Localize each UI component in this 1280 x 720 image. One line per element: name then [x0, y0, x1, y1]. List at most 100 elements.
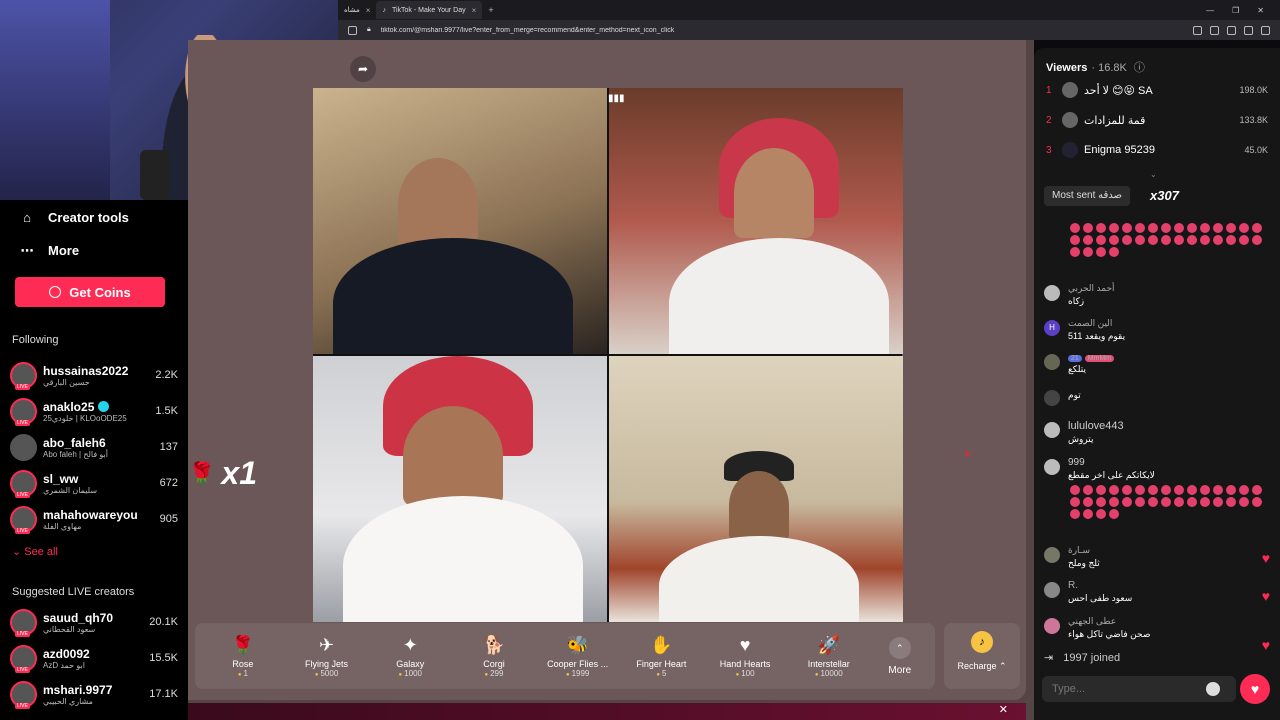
chat-message: H الين الصمت يقوم ويقعد 511 [1044, 318, 1270, 342]
heart-emoji-icon [1213, 235, 1223, 245]
heart-emoji-icon [1213, 485, 1223, 495]
share-button[interactable]: ➦ [350, 56, 376, 82]
heart-emoji-icon [1083, 509, 1093, 519]
avatar: LIVE [10, 608, 37, 637]
following-item[interactable]: LIVE sl_ww سليمان الشمري 672 [0, 465, 188, 501]
reader-icon[interactable] [1193, 25, 1202, 35]
recharge-button[interactable]: ♪ Recharge ⌃ [944, 623, 1020, 689]
following-item[interactable]: LIVE anaklo25 خلودي25 | KLOoODE25 1.5K [0, 393, 188, 429]
heart-emoji-icon [1109, 497, 1119, 507]
suggested-item[interactable]: LIVE sauud_qh70 سعود القحطاني 20.1K [0, 604, 188, 640]
video-tile-4[interactable] [609, 356, 903, 622]
heart-emoji-icon [1122, 497, 1132, 507]
nav-more[interactable]: ⋯ More [0, 234, 99, 267]
tiktok-icon: ♪ [382, 6, 386, 14]
minimize-icon[interactable]: — [1206, 6, 1214, 15]
heart-emoji-icon [1187, 223, 1197, 233]
cooper-icon: 🐝 [566, 634, 589, 655]
suggested-item[interactable]: LIVE mshari.9977 مشاري الحبيبي 17.1K [0, 676, 188, 712]
chat-message: توم [1044, 388, 1270, 406]
joined-notice: ⇥ 1997 joined [1044, 651, 1121, 665]
gift-button[interactable]: ♥ [1240, 674, 1270, 704]
gift-hand-hearts[interactable]: ♥Hand Hearts100 [703, 635, 787, 678]
heart-emoji-icon [1239, 223, 1249, 233]
stream-panel: ➦ ▮▮▮ 🌹 x1 🌹 Rose ● 1 ✈ Flying Jets ● 50… [188, 40, 1026, 700]
nav-creator-tools[interactable]: ⌂ Creator tools [0, 201, 149, 234]
gift-corgi[interactable]: 🐕Corgi299 [452, 635, 536, 678]
heart-emoji-icon [1109, 509, 1119, 519]
close-icon[interactable]: ✕ [999, 703, 1008, 716]
url-field[interactable]: tiktok.com/@mshari.9977/live?enter_from_… [381, 27, 1183, 34]
video-tile-1[interactable] [313, 88, 607, 354]
chevron-down-icon[interactable]: ⌄ [1150, 170, 1157, 179]
avatar: LIVE [10, 397, 37, 426]
enter-icon: ⇥ [1044, 652, 1054, 664]
heart-icon[interactable]: ♥ [1262, 588, 1270, 604]
heart-emoji-icon [1122, 223, 1132, 233]
guest-shirt [333, 238, 573, 354]
video-tile-2[interactable] [609, 88, 903, 354]
ranking-row[interactable]: 3 Enigma 95239 45.0K [1046, 140, 1268, 160]
ranking-row[interactable]: 2 قمة للمزادات 133.8K [1046, 110, 1268, 130]
browser-tab-1[interactable]: ♪ TikTok - Make Your Day × [376, 1, 483, 19]
heart-emoji-icon [1200, 223, 1210, 233]
extension-icon[interactable] [1244, 25, 1253, 35]
gift-finger-heart[interactable]: ✋Finger Heart5 [620, 635, 704, 678]
viewers-header[interactable]: Viewers · 16.8K ⓘ [1046, 59, 1145, 75]
maximize-icon[interactable]: ❐ [1232, 6, 1239, 15]
video-tile-3[interactable] [313, 356, 607, 622]
emoji-icon[interactable] [1206, 682, 1220, 696]
gift-flying-jets[interactable]: ✈Flying Jets5000 [285, 635, 369, 678]
close-tab-icon[interactable]: × [472, 6, 477, 15]
new-tab-button[interactable]: + [482, 5, 499, 15]
lock-icon[interactable]: 🔒︎ [367, 26, 371, 34]
following-item[interactable]: LIVE mahahowareyou مهاوي الفلة 905 [0, 501, 188, 537]
left-sidebar: ⌂ Creator tools ⋯ More Get Coins Followi… [0, 200, 188, 720]
heart-emoji-icon [1200, 485, 1210, 495]
menu-icon[interactable] [1261, 25, 1270, 35]
gift-cooper-flies[interactable]: 🐝Cooper Flies ...1999 [536, 635, 620, 678]
gift-interstellar[interactable]: 🚀Interstellar10000 [787, 635, 871, 678]
more-gifts-button[interactable]: ⌃ More [871, 636, 929, 676]
fan-badge: MmMm [1084, 355, 1115, 362]
avatar: LIVE [10, 361, 37, 390]
heart-emoji-icon [1070, 485, 1080, 495]
gift-galaxy[interactable]: ✦Galaxy1000 [368, 635, 452, 678]
avatar [1044, 582, 1060, 598]
heart-emoji-icon [1083, 497, 1093, 507]
heart-icon[interactable]: ♥ [1262, 637, 1270, 653]
chat-message: lululove443 يتروش [1044, 420, 1270, 445]
heart-icon[interactable]: ♥ [1262, 550, 1270, 566]
following-item[interactable]: abo_faleh6 Abo faleh | أبو فالح 137 [0, 429, 188, 465]
microphone [140, 150, 170, 200]
avatar [1044, 354, 1060, 370]
following-item[interactable]: LIVE hussainas2022 حسين البارقي 2.2K [0, 357, 188, 393]
mouse-cursor [965, 450, 971, 458]
see-all-link[interactable]: ⌄ See all [12, 545, 58, 558]
chat-message: 999 لايكاتكم على اخر مقطع [1044, 457, 1270, 481]
get-coins-button[interactable]: Get Coins [15, 277, 165, 307]
heart-emoji-icon [1213, 223, 1223, 233]
heart-emoji-icon [1239, 235, 1249, 245]
share-icon[interactable] [1227, 25, 1236, 35]
close-tab-icon[interactable]: × [366, 6, 371, 15]
heart-emoji-icon [1187, 485, 1197, 495]
ranking-row[interactable]: 1 لا أحد 😊😝 SA 198.0K [1046, 80, 1268, 100]
avatar [1044, 618, 1060, 634]
heart-emoji-icon [1083, 223, 1093, 233]
heart-emoji-icon [1096, 509, 1106, 519]
gift-rose[interactable]: 🌹Rose1 [201, 635, 285, 678]
heart-emoji-icon [1252, 497, 1262, 507]
audio-bars-icon[interactable]: ▮▮▮ [608, 93, 625, 105]
heart-emoji-icon [1083, 247, 1093, 257]
chat-message: 21 MmMm يتلكع [1044, 352, 1270, 375]
close-window-icon[interactable]: ✕ [1257, 6, 1264, 15]
avatar: H [1044, 320, 1060, 336]
bookmark-icon[interactable] [348, 25, 357, 35]
browser-tab-bar: مشاه × ♪ TikTok - Make Your Day × + — ❐ ✕ [338, 0, 1280, 20]
browser-tab-0[interactable]: مشاه × [338, 1, 376, 19]
suggested-item[interactable]: LIVE azd0092 AzD ابو حمد 15.5K [0, 640, 188, 676]
chat-message: R. سعود طفى احس [1044, 580, 1270, 604]
heart-emoji-icon [1096, 485, 1106, 495]
zoom-icon[interactable] [1210, 25, 1219, 35]
